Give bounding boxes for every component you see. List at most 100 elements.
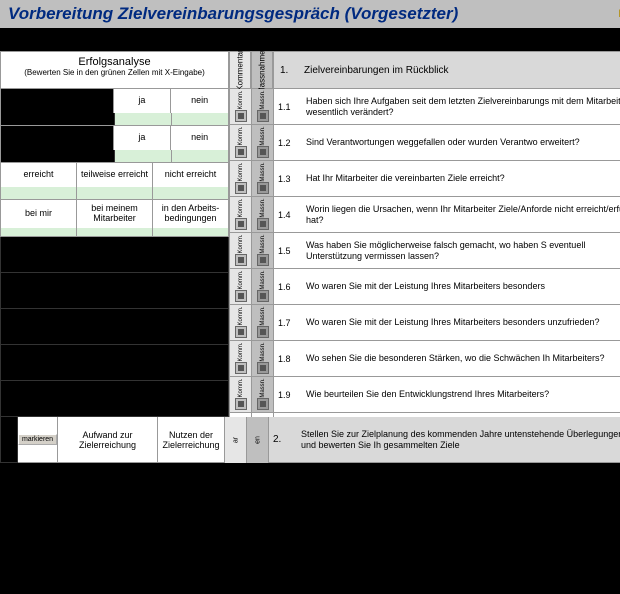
komm-label: Komm. xyxy=(238,306,244,325)
section-number: 1. xyxy=(280,65,304,76)
kommentar-checkbox[interactable] xyxy=(235,398,247,410)
option-ja: ja xyxy=(114,89,172,113)
analysis-header: Erfolgsanalyse (Bewerten Sie in den grün… xyxy=(0,51,229,89)
komm-label: Komm. xyxy=(238,234,244,253)
massnahmen-checkbox[interactable] xyxy=(257,290,269,302)
kommentar-cell: Komm. xyxy=(230,197,251,233)
analysis-row-1: ja nein xyxy=(0,89,229,126)
question-row: 1.9Wie beurteilen Sie den Entwicklungstr… xyxy=(274,377,620,413)
kommentar-checkbox[interactable] xyxy=(235,146,247,158)
massnahmen-checkbox[interactable] xyxy=(257,146,269,158)
question-row: 1.3Hat Ihr Mitarbeiter die vereinbarten … xyxy=(274,161,620,197)
aufwand-label: Aufwand zur Zielerreichung xyxy=(58,417,158,463)
kommentar-checkbox[interactable] xyxy=(235,326,247,338)
x-input-cell[interactable] xyxy=(115,113,172,125)
kommentar-checkbox[interactable] xyxy=(235,110,247,122)
option-nein: nein xyxy=(171,89,228,113)
black-cell xyxy=(1,89,114,113)
question-text: Wie beurteilen Sie den Entwicklungstrend… xyxy=(306,389,549,400)
komm-label-vert: ar xyxy=(232,437,239,443)
mass-label: Massn. xyxy=(260,162,266,181)
mass-label: Massn. xyxy=(260,342,266,361)
black-stub xyxy=(0,417,18,463)
mass-label: Massn. xyxy=(260,198,266,217)
kommentar-checkbox[interactable] xyxy=(235,254,247,266)
question-number: 1.1 xyxy=(278,102,306,112)
question-text: Sind Verantwortungen weggefallen oder wu… xyxy=(306,137,580,148)
black-row xyxy=(0,237,229,273)
input-row xyxy=(1,150,228,162)
massnahmen-checkbox[interactable] xyxy=(257,218,269,230)
mass-label: Massn. xyxy=(260,90,266,109)
komm-label: Komm. xyxy=(238,342,244,361)
komm-label: Komm. xyxy=(238,270,244,289)
markieren-button[interactable]: markieren xyxy=(18,434,57,445)
analysis-row-4: bei mir bei meinem Mitarbeiter in den Ar… xyxy=(0,200,229,237)
massnahmen-checkbox[interactable] xyxy=(257,326,269,338)
main-grid: Erfolgsanalyse (Bewerten Sie in den grün… xyxy=(0,51,620,417)
question-text: Haben sich Ihre Aufgaben seit dem letzte… xyxy=(306,96,620,118)
kommentar-cell: Komm. xyxy=(230,125,251,161)
x-input-cell[interactable] xyxy=(153,187,228,199)
section-header: 1. Zielvereinbarungen im Rückblick xyxy=(274,51,620,89)
mass-label: Massn. xyxy=(260,306,266,325)
black-row xyxy=(0,345,229,381)
option-bei-mitarbeiter: bei meinem Mitarbeiter xyxy=(77,200,153,228)
komm-label: Komm. xyxy=(238,162,244,181)
question-row: 1.1Haben sich Ihre Aufgaben seit dem let… xyxy=(274,89,620,125)
kommentar-cell: Komm. xyxy=(230,341,251,377)
markieren-button-cell: markieren xyxy=(18,417,58,463)
x-input-cell[interactable] xyxy=(77,187,153,199)
footer-section-number: 2. xyxy=(273,434,301,445)
footer-section-header: 2. Stellen Sie zur Zielplanung des komme… xyxy=(269,417,620,463)
x-input-cell[interactable] xyxy=(115,150,172,162)
question-number: 1.8 xyxy=(278,354,306,364)
komm-label: Komm. xyxy=(238,378,244,397)
analysis-row-3: erreicht teilweise erreicht nicht erreic… xyxy=(0,163,229,200)
x-input-cell[interactable] xyxy=(1,187,77,199)
footer-section-text: Stellen Sie zur Zielplanung des kommende… xyxy=(301,429,620,451)
questions-column: 1. Zielvereinbarungen im Rückblick 1.1Ha… xyxy=(274,51,620,417)
black-cell xyxy=(1,126,114,150)
x-input-cell[interactable] xyxy=(153,228,228,236)
massnahmen-cell: Massn. xyxy=(252,305,273,341)
option-row: ja nein xyxy=(1,89,228,113)
footer-row: markieren Aufwand zur Zielerreichung Nut… xyxy=(0,417,620,463)
option-row: ja nein xyxy=(1,126,228,150)
massnahmen-checkbox[interactable] xyxy=(257,398,269,410)
black-row xyxy=(0,273,229,309)
kommentar-cell: Komm. xyxy=(230,269,251,305)
massnahmen-checkbox[interactable] xyxy=(257,362,269,374)
kommentar-checkbox[interactable] xyxy=(235,362,247,374)
question-number: 1.9 xyxy=(278,390,306,400)
question-text: Hat Ihr Mitarbeiter die vereinbarten Zie… xyxy=(306,173,505,184)
analysis-subtitle: (Bewerten Sie in den grünen Zellen mit X… xyxy=(3,68,226,77)
analysis-title: Erfolgsanalyse xyxy=(3,56,226,68)
mass-label: Massn. xyxy=(260,126,266,145)
massnahmen-cell: Massn. xyxy=(252,341,273,377)
input-row xyxy=(1,228,228,236)
x-input-cell[interactable] xyxy=(77,228,153,236)
massnahmen-checkbox[interactable] xyxy=(257,110,269,122)
massnahmen-checkbox[interactable] xyxy=(257,182,269,194)
massnahmen-checkbox[interactable] xyxy=(257,254,269,266)
question-text: Wo sehen Sie die besonderen Stärken, wo … xyxy=(306,353,605,364)
x-input-cell[interactable] xyxy=(172,113,228,125)
kommentar-header: Kommentar xyxy=(230,51,251,89)
x-input-cell[interactable] xyxy=(172,150,228,162)
kommentar-checkbox[interactable] xyxy=(235,218,247,230)
black-row xyxy=(0,381,229,417)
kommentar-checkbox[interactable] xyxy=(235,290,247,302)
kommentar-cell: Komm. xyxy=(230,233,251,269)
massnahmen-cell: Massn. xyxy=(252,377,273,413)
black-cell xyxy=(1,113,115,125)
x-input-cell[interactable] xyxy=(1,228,77,236)
question-row: 1.8Wo sehen Sie die besonderen Stärken, … xyxy=(274,341,620,377)
question-row: 1.7Wo waren Sie mit der Leistung Ihres M… xyxy=(274,305,620,341)
section-title: Zielvereinbarungen im Rückblick xyxy=(304,65,449,76)
kommentar-cell: Komm. xyxy=(230,161,251,197)
kommentar-checkbox[interactable] xyxy=(235,182,247,194)
question-number: 1.6 xyxy=(278,282,306,292)
footer-massnahmen-cell: en xyxy=(247,417,269,463)
option-nein: nein xyxy=(171,126,228,150)
